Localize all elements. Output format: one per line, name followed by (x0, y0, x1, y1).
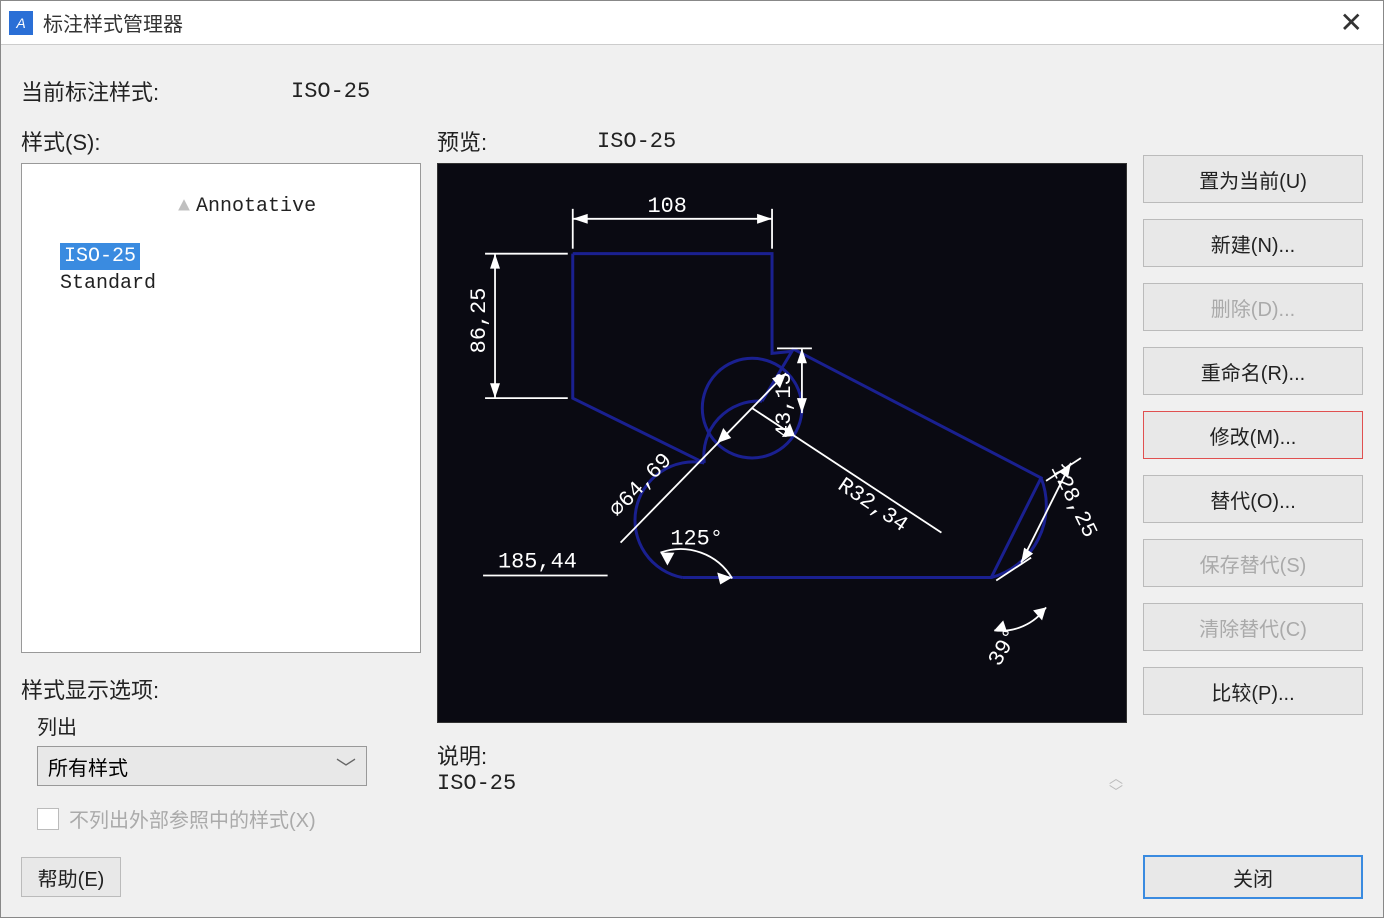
dim-diag: 128,25 (1045, 460, 1102, 542)
preview-canvas: 108 86,25 43,13 (437, 163, 1127, 723)
preview-header: 预览: ISO-25 (437, 125, 1127, 157)
dimension-style-manager-window: A 标注样式管理器 ✕ 当前标注样式: ISO-25 样式(S): ▲Annot… (0, 0, 1384, 918)
save-override-button[interactable]: 保存替代(S) (1143, 539, 1363, 587)
dialog-body: 当前标注样式: ISO-25 样式(S): ▲Annotative ISO-25… (1, 45, 1383, 845)
right-column: 置为当前(U) 新建(N)... 删除(D)... 重命名(R)... 修改(M… (1143, 125, 1363, 833)
display-list-combo[interactable]: 所有样式 ﹀ (37, 746, 367, 786)
current-style-row: 当前标注样式: ISO-25 (21, 75, 1363, 107)
description-label: 说明: (437, 739, 1127, 771)
override-button[interactable]: 替代(O)... (1143, 475, 1363, 523)
current-style-value: ISO-25 (291, 79, 370, 104)
help-button[interactable]: 帮助(E) (21, 857, 121, 897)
titlebar: A 标注样式管理器 ✕ (1, 1, 1383, 45)
current-style-label: 当前标注样式: (21, 75, 291, 107)
list-item-annotative[interactable]: ▲Annotative (30, 170, 412, 243)
modify-button[interactable]: 修改(M)... (1143, 411, 1363, 459)
set-current-button[interactable]: 置为当前(U) (1143, 155, 1363, 203)
dim-arc: 39° (984, 624, 1025, 671)
dim-dia: ⌀64,69 (605, 448, 678, 522)
app-icon: A (9, 11, 33, 35)
list-item-standard[interactable]: Standard (30, 270, 412, 297)
dialog-footer: 帮助(E) 关闭 (1, 845, 1383, 917)
chevron-down-icon: ﹀ (336, 752, 356, 781)
delete-button[interactable]: 删除(D)... (1143, 283, 1363, 331)
exclude-xref-label: 不列出外部参照中的样式(X) (69, 804, 316, 833)
chevron-up-icon: ︿ (1109, 771, 1123, 785)
window-title: 标注样式管理器 (43, 8, 1328, 37)
description-text: ISO-25 (437, 771, 1105, 796)
close-icon[interactable]: ✕ (1328, 6, 1375, 39)
chevron-down-icon: ﹀ (1109, 785, 1123, 799)
rename-button[interactable]: 重命名(R)... (1143, 347, 1363, 395)
preview-style-name: ISO-25 (597, 129, 676, 154)
description-spinner[interactable]: ︿ ﹀ (1105, 771, 1127, 799)
middle-column: 预览: ISO-25 (437, 125, 1127, 833)
exclude-xref-checkbox[interactable] (37, 808, 59, 830)
new-button[interactable]: 新建(N)... (1143, 219, 1363, 267)
preview-svg: 108 86,25 43,13 (438, 164, 1126, 722)
preview-label: 预览: (437, 125, 597, 157)
styles-list[interactable]: ▲Annotative ISO-25 Standard (21, 163, 421, 653)
dim-angle: 125° (670, 527, 723, 552)
dim-top: 108 (647, 194, 686, 219)
left-column: 样式(S): ▲Annotative ISO-25 Standard 样式显示选… (21, 125, 421, 833)
list-item-iso25[interactable]: ISO-25 (30, 243, 412, 270)
description-row: 说明: ISO-25 ︿ ﹀ (437, 739, 1127, 799)
close-button[interactable]: 关闭 (1143, 855, 1363, 899)
display-list-label: 列出 (21, 711, 421, 740)
display-options-label: 样式显示选项: (21, 673, 421, 705)
styles-label: 样式(S): (21, 125, 421, 157)
dim-bottom: 185,44 (498, 550, 577, 575)
display-options-group: 样式显示选项: 列出 所有样式 ﹀ 不列出外部参照中的样式(X) (21, 673, 421, 833)
dim-leftv: 86,25 (467, 288, 492, 354)
exclude-xref-checkbox-row: 不列出外部参照中的样式(X) (37, 804, 421, 833)
annotative-icon: ▲ (178, 195, 190, 218)
compare-button[interactable]: 比较(P)... (1143, 667, 1363, 715)
main-grid: 样式(S): ▲Annotative ISO-25 Standard 样式显示选… (21, 125, 1363, 833)
clear-override-button[interactable]: 清除替代(C) (1143, 603, 1363, 651)
combo-value: 所有样式 (48, 752, 128, 781)
